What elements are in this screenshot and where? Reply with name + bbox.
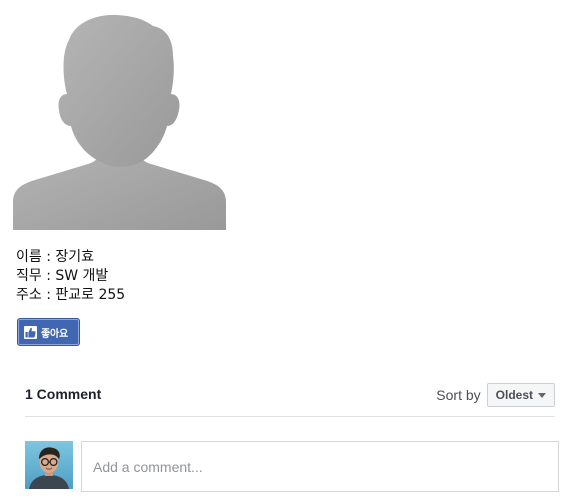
- chevron-down-icon: [538, 392, 546, 398]
- profile-job: 직무 : SW 개발: [16, 268, 109, 284]
- profile-page: 이름 : 장기효 직무 : SW 개발 주소 : 판교로 255 좋아요 1 C…: [0, 0, 570, 504]
- comment-count: 1 Comment: [25, 386, 102, 402]
- profile-silhouette-icon: [13, 12, 226, 230]
- comments-header: 1 Comment Sort by Oldest: [25, 378, 555, 417]
- profile-info: 이름 : 장기효 직무 : SW 개발 주소 : 판교로 255: [16, 248, 125, 305]
- like-button[interactable]: 좋아요: [17, 318, 80, 346]
- profile-address: 주소 : 판교로 255: [16, 287, 126, 303]
- thumbs-up-icon: [24, 325, 37, 339]
- like-button-label: 좋아요: [41, 328, 68, 340]
- comment-input[interactable]: [81, 441, 559, 492]
- sort-label: Sort by: [436, 387, 481, 403]
- profile-name: 이름 : 장기효: [16, 249, 95, 265]
- sort-value: Oldest: [495, 388, 533, 402]
- sort-control: Sort by Oldest: [436, 383, 555, 407]
- sort-dropdown[interactable]: Oldest: [486, 383, 555, 407]
- commenter-avatar: [25, 441, 73, 489]
